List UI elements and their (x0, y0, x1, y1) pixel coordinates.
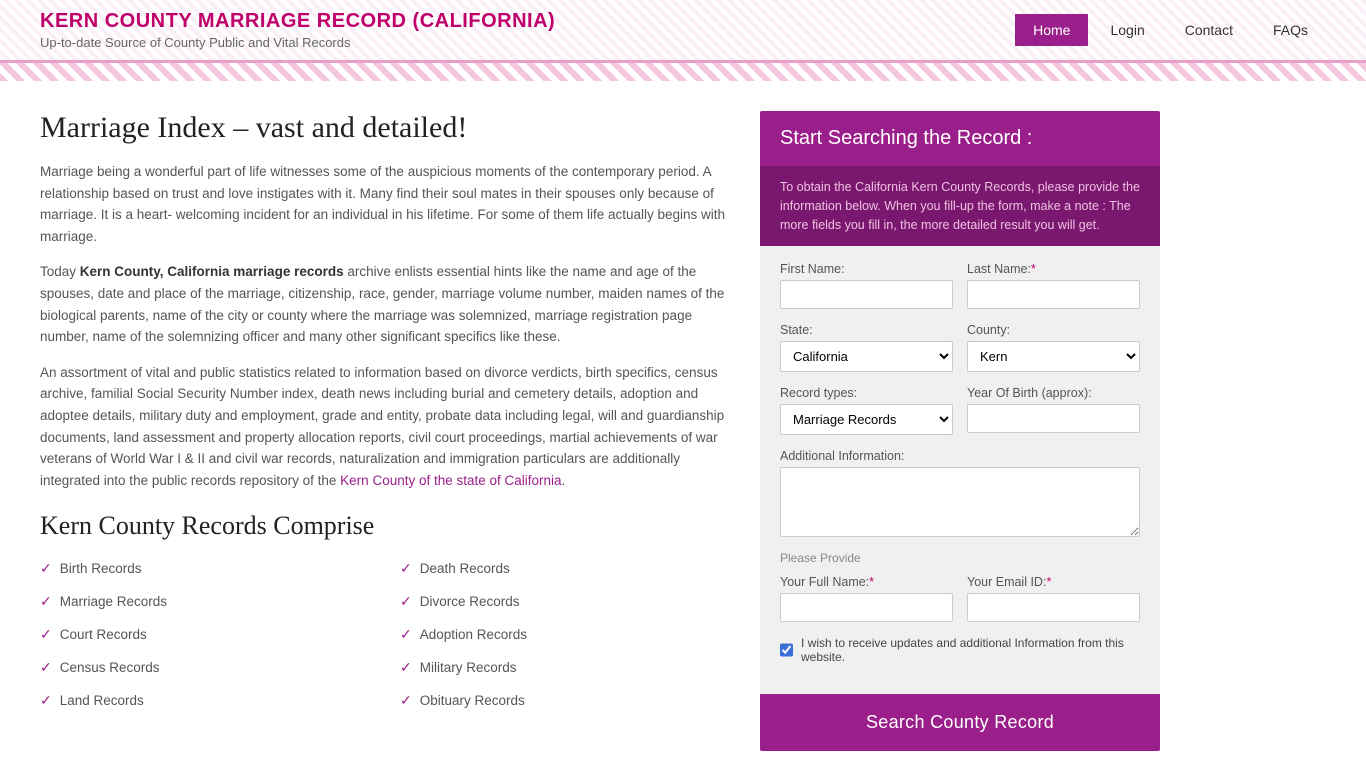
record-marriage-label: Marriage Records (60, 594, 167, 609)
first-name-input[interactable] (780, 280, 953, 309)
state-label: State: (780, 323, 953, 337)
full-name-required: * (869, 575, 874, 589)
year-of-birth-input[interactable] (967, 404, 1140, 433)
panel-title: Start Searching the Record : (760, 111, 1160, 166)
additional-info-label: Additional Information: (780, 449, 1140, 463)
additional-info-textarea[interactable] (780, 467, 1140, 537)
page-heading: Marriage Index – vast and detailed! (40, 111, 730, 145)
full-name-label: Your Full Name:* (780, 575, 953, 589)
records-section-heading: Kern County Records Comprise (40, 511, 730, 541)
form-group-fullname: Your Full Name:* (780, 575, 953, 622)
check-icon: ✓ (40, 626, 52, 643)
nav-contact[interactable]: Contact (1167, 14, 1251, 46)
panel-desc: To obtain the California Kern County Rec… (760, 166, 1160, 246)
nav-faqs[interactable]: FAQs (1255, 14, 1326, 46)
form-group-state: State: California Alaska Arizona Colorad… (780, 323, 953, 372)
record-birth: ✓ Birth Records (40, 555, 370, 582)
site-subtitle: Up-to-date Source of County Public and V… (40, 35, 555, 50)
please-provide-label: Please Provide (780, 551, 1140, 565)
kern-county-link[interactable]: Kern County of the state of California (340, 473, 561, 488)
county-label: County: (967, 323, 1140, 337)
record-court: ✓ Court Records (40, 621, 370, 648)
email-required: * (1046, 575, 1051, 589)
record-adoption: ✓ Adoption Records (400, 621, 730, 648)
record-court-label: Court Records (60, 627, 147, 642)
panel-body: First Name: Last Name:* State: Californi… (760, 246, 1160, 694)
record-birth-label: Birth Records (60, 561, 142, 576)
record-land-label: Land Records (60, 693, 144, 708)
record-obituary: ✓ Obituary Records (400, 687, 730, 714)
paragraph-1: Marriage being a wonderful part of life … (40, 161, 730, 247)
check-icon: ✓ (400, 560, 412, 577)
nav-home[interactable]: Home (1015, 14, 1088, 46)
record-types-label: Record types: (780, 386, 953, 400)
record-types-select[interactable]: Marriage Records Birth Records Death Rec… (780, 404, 953, 435)
state-select[interactable]: California Alaska Arizona Colorado Nevad… (780, 341, 953, 372)
record-military-label: Military Records (420, 660, 517, 675)
left-content: Marriage Index – vast and detailed! Marr… (40, 111, 730, 751)
check-icon: ✓ (400, 659, 412, 676)
record-military: ✓ Military Records (400, 654, 730, 681)
county-select[interactable]: Kern Los Angeles San Diego Sacramento Fr… (967, 341, 1140, 372)
check-icon: ✓ (40, 560, 52, 577)
search-county-record-button[interactable]: Search County Record (760, 694, 1160, 751)
record-marriage: ✓ Marriage Records (40, 588, 370, 615)
form-group-lastname: Last Name:* (967, 262, 1140, 309)
form-group-email: Your Email ID:* (967, 575, 1140, 622)
checkbox-label: I wish to receive updates and additional… (801, 636, 1140, 664)
record-obituary-label: Obituary Records (420, 693, 525, 708)
form-group-county: County: Kern Los Angeles San Diego Sacra… (967, 323, 1140, 372)
check-icon: ✓ (400, 626, 412, 643)
last-name-input[interactable] (967, 280, 1140, 309)
record-adoption-label: Adoption Records (420, 627, 527, 642)
records-grid: ✓ Birth Records ✓ Death Records ✓ Marria… (40, 555, 730, 714)
paragraph-3: An assortment of vital and public statis… (40, 362, 730, 492)
header-branding: KERN COUNTY MARRIAGE RECORD (CALIFORNIA)… (40, 10, 555, 50)
last-name-label: Last Name:* (967, 262, 1140, 276)
check-icon: ✓ (400, 692, 412, 709)
first-name-label: First Name: (780, 262, 953, 276)
deco-strip (0, 63, 1366, 81)
check-icon: ✓ (40, 692, 52, 709)
form-row-name: First Name: Last Name:* (780, 262, 1140, 309)
form-row-contact: Your Full Name:* Your Email ID:* (780, 575, 1140, 622)
main-nav: Home Login Contact FAQs (1015, 14, 1326, 46)
record-death-label: Death Records (420, 561, 510, 576)
updates-checkbox[interactable] (780, 643, 793, 657)
record-land: ✓ Land Records (40, 687, 370, 714)
check-icon: ✓ (40, 593, 52, 610)
check-icon: ✓ (40, 659, 52, 676)
year-of-birth-label: Year Of Birth (approx): (967, 386, 1140, 400)
form-group-additional: Additional Information: (780, 449, 1140, 537)
last-name-required: * (1031, 262, 1036, 276)
form-row-state-county: State: California Alaska Arizona Colorad… (780, 323, 1140, 372)
record-divorce: ✓ Divorce Records (400, 588, 730, 615)
record-divorce-label: Divorce Records (420, 594, 520, 609)
site-header: KERN COUNTY MARRIAGE RECORD (CALIFORNIA)… (0, 0, 1366, 63)
form-group-firstname: First Name: (780, 262, 953, 309)
full-name-input[interactable] (780, 593, 953, 622)
updates-checkbox-row: I wish to receive updates and additional… (780, 636, 1140, 664)
record-census: ✓ Census Records (40, 654, 370, 681)
check-icon: ✓ (400, 593, 412, 610)
email-input[interactable] (967, 593, 1140, 622)
main-container: Marriage Index – vast and detailed! Marr… (0, 81, 1366, 781)
form-row-record-year: Record types: Marriage Records Birth Rec… (780, 386, 1140, 435)
email-label: Your Email ID:* (967, 575, 1140, 589)
search-panel: Start Searching the Record : To obtain t… (760, 111, 1160, 751)
paragraph-2: Today Kern County, California marriage r… (40, 261, 730, 347)
form-group-year: Year Of Birth (approx): (967, 386, 1140, 435)
record-census-label: Census Records (60, 660, 160, 675)
site-title: KERN COUNTY MARRIAGE RECORD (CALIFORNIA) (40, 10, 555, 33)
form-group-record-types: Record types: Marriage Records Birth Rec… (780, 386, 953, 435)
record-death: ✓ Death Records (400, 555, 730, 582)
nav-login[interactable]: Login (1092, 14, 1162, 46)
